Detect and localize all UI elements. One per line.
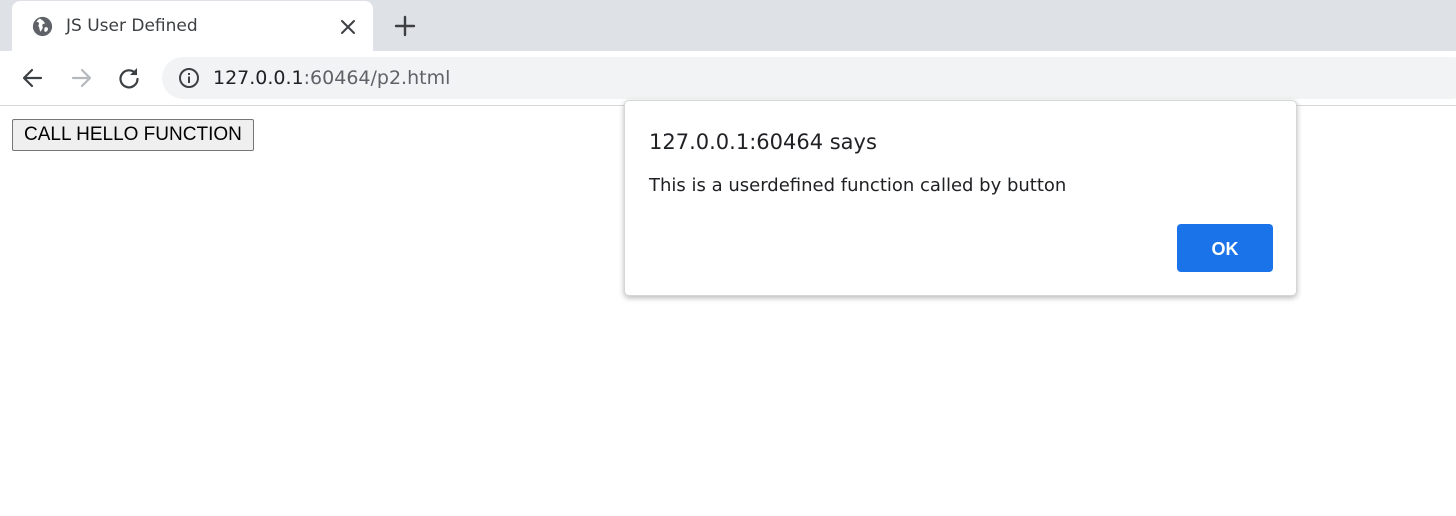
alert-dialog: 127.0.0.1:60464 says This is a userdefin…	[624, 100, 1297, 296]
reload-icon[interactable]	[116, 65, 142, 91]
toolbar: 127.0.0.1:60464/p2.html	[0, 51, 1456, 106]
dialog-title: 127.0.0.1:60464 says	[649, 130, 877, 154]
back-arrow-icon[interactable]	[20, 65, 46, 91]
forward-arrow-icon[interactable]	[68, 65, 94, 91]
tab-active[interactable]: JS User Defined	[12, 1, 373, 51]
browser-window: JS User Defined 127.0.0.1:60464/p2.html …	[0, 0, 1456, 516]
dialog-message: This is a userdefined function called by…	[649, 175, 1067, 196]
close-icon[interactable]	[338, 17, 358, 37]
info-icon[interactable]	[178, 67, 200, 89]
url-text[interactable]: 127.0.0.1:60464/p2.html	[213, 67, 450, 89]
globe-icon	[32, 16, 53, 37]
call-hello-function-button[interactable]: CALL HELLO FUNCTION	[12, 119, 254, 151]
tab-strip: JS User Defined	[0, 0, 1456, 51]
tab-title: JS User Defined	[66, 16, 198, 36]
plus-icon[interactable]	[392, 13, 418, 39]
url-host: 127.0.0.1	[213, 67, 304, 89]
ok-button[interactable]: OK	[1177, 224, 1273, 272]
address-bar[interactable]: 127.0.0.1:60464/p2.html	[162, 57, 1456, 99]
url-path: :60464/p2.html	[303, 67, 451, 89]
